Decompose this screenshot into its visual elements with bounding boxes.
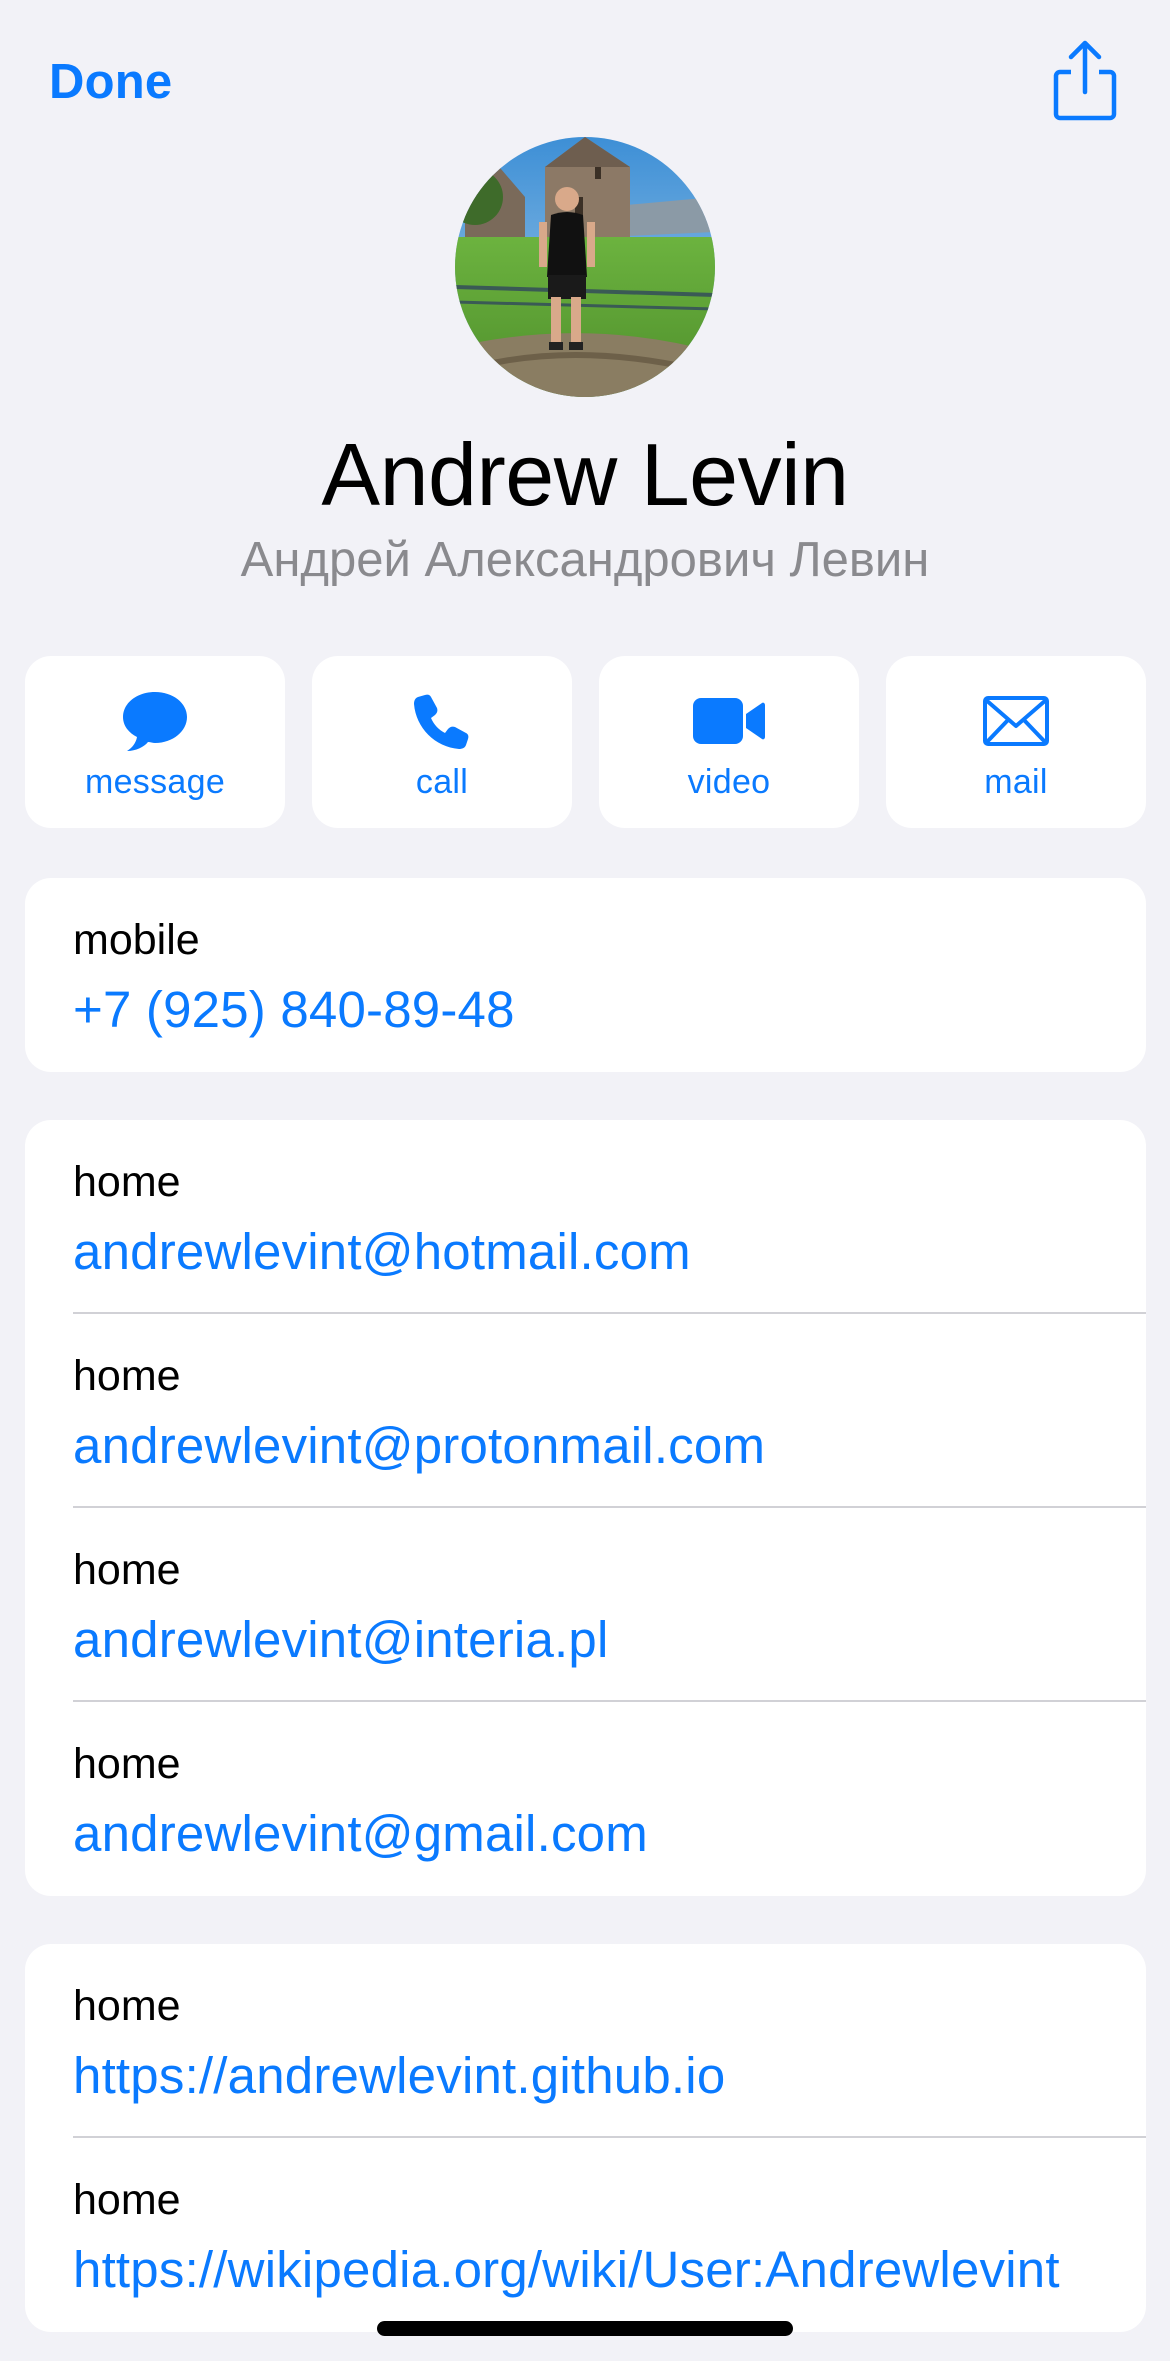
contact-avatar[interactable] xyxy=(455,137,715,397)
url-link[interactable]: https://wikipedia.org/wiki/User:Andrewle… xyxy=(73,2240,1060,2299)
video-label: video xyxy=(687,763,771,801)
url-row[interactable]: home https://wikipedia.org/wiki/User:And… xyxy=(25,2138,1146,2332)
phone-label: mobile xyxy=(73,916,200,964)
email-card: home andrewlevint@hotmail.com home andre… xyxy=(25,1120,1146,1896)
mail-button[interactable]: mail xyxy=(886,656,1146,828)
video-button[interactable]: video xyxy=(599,656,859,828)
email-row[interactable]: home andrewlevint@gmail.com xyxy=(25,1702,1146,1896)
url-row[interactable]: home https://andrewlevint.github.io xyxy=(25,1944,1146,2138)
share-button[interactable] xyxy=(1050,40,1120,122)
call-label: call xyxy=(415,763,469,801)
url-label: home xyxy=(73,1982,181,2030)
call-button[interactable]: call xyxy=(312,656,572,828)
email-address[interactable]: andrewlevint@gmail.com xyxy=(73,1804,648,1863)
mail-label: mail xyxy=(984,763,1048,801)
url-card: home https://andrewlevint.github.io home… xyxy=(25,1944,1146,2332)
email-row[interactable]: home andrewlevint@protonmail.com xyxy=(25,1314,1146,1508)
phone-number[interactable]: +7 (925) 840-89-48 xyxy=(73,980,515,1039)
email-label: home xyxy=(73,1546,181,1594)
email-address[interactable]: andrewlevint@interia.pl xyxy=(73,1610,608,1669)
email-label: home xyxy=(73,1158,181,1206)
email-label: home xyxy=(73,1740,181,1788)
video-camera-icon xyxy=(689,686,769,756)
email-address[interactable]: andrewlevint@hotmail.com xyxy=(73,1222,691,1281)
home-indicator[interactable] xyxy=(377,2321,793,2336)
email-row[interactable]: home andrewlevint@hotmail.com xyxy=(25,1120,1146,1314)
url-label: home xyxy=(73,2176,181,2224)
share-icon xyxy=(1053,40,1117,121)
phone-card: mobile +7 (925) 840-89-48 xyxy=(25,878,1146,1072)
message-button[interactable]: message xyxy=(25,656,285,828)
url-link[interactable]: https://andrewlevint.github.io xyxy=(73,2046,725,2105)
message-label: message xyxy=(84,763,226,801)
email-label: home xyxy=(73,1352,181,1400)
envelope-icon xyxy=(976,686,1056,756)
contact-native-name: Андрей Александрович Левин xyxy=(240,533,930,587)
done-button[interactable]: Done xyxy=(49,54,172,110)
phone-row[interactable]: mobile +7 (925) 840-89-48 xyxy=(25,878,1146,1072)
quick-actions: message call video mail xyxy=(25,656,1146,828)
email-row[interactable]: home andrewlevint@interia.pl xyxy=(25,1508,1146,1702)
email-address[interactable]: andrewlevint@protonmail.com xyxy=(73,1416,765,1475)
message-bubble-icon xyxy=(115,686,195,756)
phone-icon xyxy=(402,686,482,756)
contact-name: Andrew Levin xyxy=(321,425,849,524)
